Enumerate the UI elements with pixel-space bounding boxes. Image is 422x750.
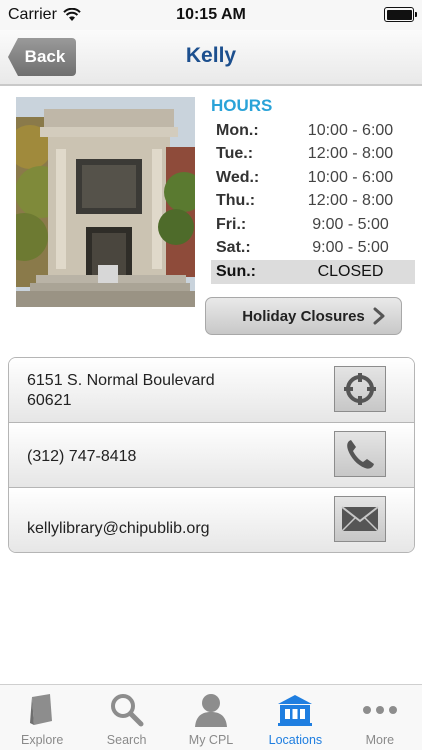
hours-row-wednesday: Wed.: 10:00 - 6:00 [211,166,415,190]
magnifier-icon [110,694,144,727]
navigation-bar: Back Kelly [0,30,422,86]
holiday-closures-button[interactable]: Holiday Closures [205,297,402,335]
day-label: Wed.: [216,168,260,186]
day-label: Mon.: [216,121,259,139]
tab-explore[interactable]: Explore [0,685,84,750]
email-button[interactable] [334,496,386,542]
map-location-button[interactable] [334,366,386,412]
email-address: kellylibrary@chipublib.org [27,520,210,537]
address-text: 6151 S. Normal Boulevard 60621 [27,371,215,411]
hours-heading: HOURS [211,96,273,115]
book-icon [30,694,53,725]
hours-row-tuesday: Tue.: 12:00 - 8:00 [211,143,415,167]
tab-more[interactable]: More [338,685,422,750]
hours-table: Mon.: 10:00 - 6:00 Tue.: 12:00 - 8:00 We… [211,119,415,284]
address-row[interactable]: 6151 S. Normal Boulevard 60621 [9,358,414,423]
branch-photo [16,97,195,307]
contact-panel: 6151 S. Normal Boulevard 60621 (312) 747… [8,357,415,553]
hours-value: 9:00 - 5:00 [312,239,389,257]
phone-number: (312) 747-8418 [27,448,137,465]
status-bar: Carrier 10:15 AM [0,0,422,30]
tab-label: Search [106,733,147,747]
hours-row-thursday: Thu.: 12:00 - 8:00 [211,190,415,214]
library-building-icon [278,695,313,726]
hours-row-saturday: Sat.: 9:00 - 5:00 [211,237,415,261]
holiday-closures-label: Holiday Closures [242,307,365,325]
tab-label: Explore [21,733,64,747]
tab-my-cpl[interactable]: My CPL [169,685,253,750]
address-street: 6151 S. Normal Boulevard [27,372,215,389]
tab-search[interactable]: Search [84,685,168,750]
chevron-right-icon [373,307,385,325]
address-zip: 60621 [27,392,72,409]
day-label: Thu.: [216,192,256,210]
day-label: Sun.: [216,262,256,280]
hours-row-friday: Fri.: 9:00 - 5:00 [211,213,415,237]
hours-value: 12:00 - 8:00 [307,145,394,163]
day-label: Fri.: [216,215,247,233]
hours-value: 12:00 - 8:00 [307,192,394,210]
phone-row[interactable]: (312) 747-8418 [9,423,414,488]
more-dots-icon [362,706,397,714]
tab-locations[interactable]: Locations [253,685,337,750]
hours-value: CLOSED [317,262,384,280]
tab-label: My CPL [188,733,234,747]
page-title: Kelly [185,44,237,67]
crosshair-icon [344,373,376,405]
tab-label: More [365,733,395,747]
hours-row-sunday: Sun.: CLOSED [211,260,415,284]
person-icon [195,694,228,727]
hours-value: 10:00 - 6:00 [307,121,394,139]
day-label: Sat.: [216,239,251,257]
tab-label: Locations [268,733,323,747]
email-row[interactable]: kellylibrary@chipublib.org [9,488,414,552]
battery-icon [384,7,417,22]
phone-icon [347,440,374,469]
tab-bar: Explore Search My CPL Locations More [0,684,422,750]
hours-row-monday: Mon.: 10:00 - 6:00 [211,119,415,143]
day-label: Tue.: [216,145,254,163]
status-time: 10:15 AM [176,6,246,23]
hours-value: 9:00 - 5:00 [312,215,389,233]
hours-value: 10:00 - 6:00 [307,168,394,186]
envelope-icon [341,506,379,532]
call-button[interactable] [334,431,386,477]
